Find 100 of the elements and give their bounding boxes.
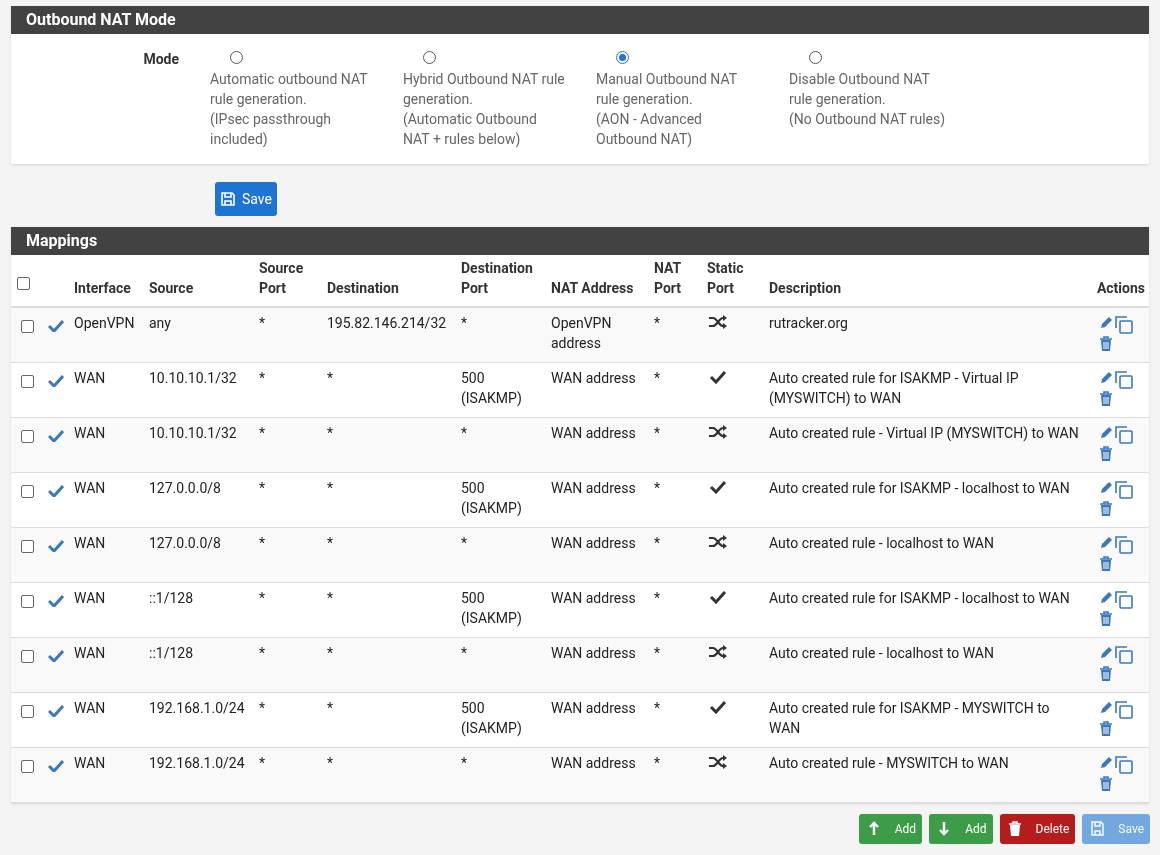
- row-checkbox[interactable]: [21, 484, 34, 498]
- table-cell: *: [327, 754, 334, 771]
- row-checkbox[interactable]: [21, 649, 34, 663]
- save-button[interactable]: Save: [215, 182, 277, 216]
- column-header: Interface: [74, 280, 131, 296]
- table-cell: *: [327, 369, 334, 386]
- radio-button[interactable]: [423, 51, 436, 64]
- column-header: Source: [149, 280, 194, 296]
- row-checkbox[interactable]: [21, 320, 34, 333]
- trash-icon[interactable]: [1099, 665, 1113, 681]
- column-header: Destination Port: [461, 260, 533, 296]
- panel-title: Mappings: [11, 227, 1149, 255]
- table-cell: WAN: [74, 534, 106, 551]
- option-label: Hybrid Outbound NAT rule generation. (Automatic Outbound NAT + rules below): [403, 70, 565, 149]
- option-label: Disable Outbound NAT rule generation. (No Outbound NAT rules): [789, 70, 947, 129]
- table-cell: *: [327, 699, 334, 716]
- pencil-icon[interactable]: [1099, 369, 1114, 385]
- column-header: Actions: [1096, 280, 1145, 296]
- table-cell: *: [327, 534, 334, 551]
- row-checkbox[interactable]: [21, 759, 34, 773]
- radio-button[interactable]: [616, 51, 629, 64]
- table-cell: *: [654, 754, 661, 771]
- table-cell: WAN: [74, 644, 106, 661]
- copy-icon[interactable]: [1114, 479, 1133, 499]
- pencil-icon[interactable]: [1099, 589, 1114, 605]
- pencil-icon[interactable]: [1099, 754, 1114, 770]
- trash-icon[interactable]: [1099, 390, 1113, 406]
- table-cell: *: [259, 699, 266, 716]
- down-arrow-icon: [938, 821, 952, 836]
- add-button[interactable]: Add: [858, 813, 923, 844]
- table-cell: *: [259, 644, 266, 661]
- trash-icon[interactable]: [1099, 500, 1113, 516]
- table-cell: 10.10.10.1/32: [149, 369, 237, 386]
- table-cell: *: [327, 424, 334, 441]
- table-cell: 195.82.146.214/32: [327, 315, 447, 331]
- table-cell: *: [654, 534, 661, 551]
- column-header: Description: [769, 280, 842, 296]
- radio-button[interactable]: [809, 51, 822, 64]
- trash-icon: [1008, 821, 1022, 836]
- table-cell: WAN address: [551, 754, 636, 771]
- radio-button[interactable]: [230, 51, 243, 64]
- table-cell: WAN address: [551, 644, 636, 661]
- trash-icon[interactable]: [1099, 336, 1113, 351]
- copy-icon[interactable]: [1114, 699, 1133, 719]
- trash-icon[interactable]: [1099, 775, 1113, 791]
- trash-icon[interactable]: [1099, 445, 1113, 461]
- pencil-icon[interactable]: [1099, 479, 1114, 495]
- table-cell: *: [259, 534, 266, 551]
- table-cell: 500 (ISAKMP): [461, 699, 522, 736]
- trash-icon[interactable]: [1099, 555, 1113, 571]
- table-cell: *: [259, 369, 266, 386]
- table-cell: *: [461, 315, 468, 331]
- row-checkbox[interactable]: [21, 539, 34, 553]
- table-cell: rutracker.org: [769, 315, 848, 331]
- table-cell: *: [461, 534, 468, 551]
- table-cell: Auto created rule - localhost to WAN: [769, 534, 994, 551]
- table-cell: Auto created rule for ISAKMP - Virtual IP (MYSWITCH) to WAN: [769, 369, 1019, 406]
- table-cell: *: [461, 424, 468, 441]
- delete-button[interactable]: Delete: [999, 813, 1076, 844]
- table-cell: WAN address: [551, 699, 636, 716]
- table-cell: *: [654, 479, 661, 496]
- table-cell: 10.10.10.1/32: [149, 424, 237, 441]
- table-cell: *: [654, 369, 661, 386]
- row-checkbox[interactable]: [21, 704, 34, 718]
- table-cell: *: [327, 589, 334, 606]
- table-cell: *: [654, 699, 661, 716]
- row-checkbox[interactable]: [21, 594, 34, 608]
- row-checkbox[interactable]: [21, 429, 34, 443]
- table-cell: WAN address: [551, 479, 636, 496]
- copy-icon[interactable]: [1114, 369, 1133, 389]
- pencil-icon[interactable]: [1099, 315, 1114, 330]
- table-cell: Auto created rule - localhost to WAN: [769, 644, 994, 661]
- table-cell: 500 (ISAKMP): [461, 589, 522, 626]
- field-label: Mode: [143, 51, 179, 67]
- trash-icon[interactable]: [1099, 720, 1113, 736]
- add-button[interactable]: Add: [929, 813, 993, 844]
- table-cell: WAN address: [551, 534, 636, 551]
- copy-icon[interactable]: [1114, 589, 1133, 609]
- row-checkbox[interactable]: [21, 374, 34, 388]
- copy-icon[interactable]: [1114, 315, 1133, 334]
- table-cell: ::1/128: [149, 644, 194, 661]
- copy-icon[interactable]: [1114, 644, 1133, 664]
- copy-icon[interactable]: [1114, 424, 1133, 444]
- table-cell: Auto created rule for ISAKMP - localhost to WAN: [769, 589, 1070, 606]
- table-cell: *: [654, 644, 661, 661]
- pencil-icon[interactable]: [1099, 424, 1114, 440]
- pencil-icon[interactable]: [1099, 644, 1114, 660]
- copy-icon[interactable]: [1114, 754, 1133, 774]
- table-cell: WAN: [74, 369, 106, 386]
- trash-icon[interactable]: [1099, 610, 1113, 626]
- table-cell: *: [654, 424, 661, 441]
- column-header: Source Port: [259, 260, 304, 296]
- copy-icon[interactable]: [1114, 534, 1133, 554]
- column-header: Destination: [327, 280, 399, 296]
- pencil-icon[interactable]: [1099, 699, 1114, 715]
- pencil-icon[interactable]: [1099, 534, 1114, 550]
- table-cell: WAN: [74, 589, 106, 606]
- select-all-checkbox[interactable]: [17, 277, 30, 290]
- table-cell: OpenVPN: [74, 315, 135, 331]
- table-cell: WAN: [74, 479, 106, 496]
